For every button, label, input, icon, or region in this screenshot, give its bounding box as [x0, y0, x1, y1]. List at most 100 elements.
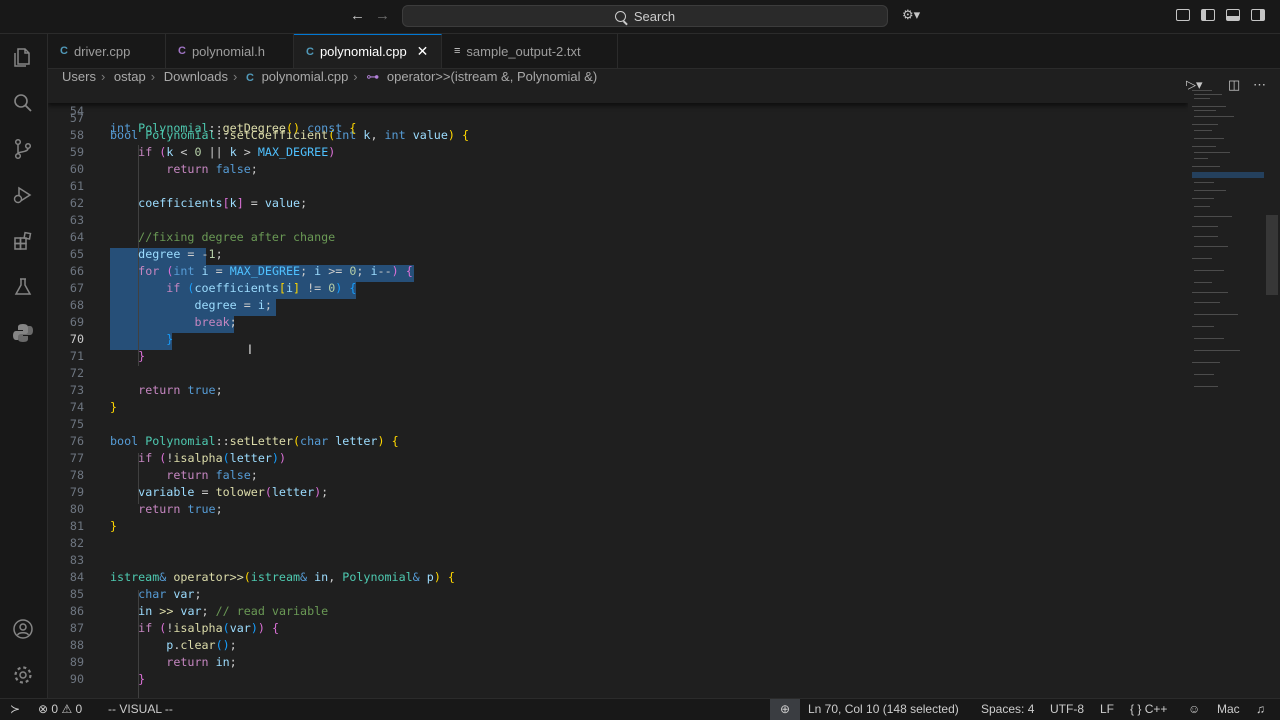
line-number: 79 — [69, 485, 84, 499]
text-file-icon: ≡ — [454, 45, 461, 57]
code-row: 80 return true; — [48, 501, 1188, 518]
title-bar: ← → Search ⚙▾ — [0, 0, 1280, 34]
code-line: istream& operator>>(istream& in, Polynom… — [110, 570, 455, 584]
line-number: 66 — [69, 264, 84, 278]
indentation[interactable]: Spaces: 4 — [981, 702, 1034, 716]
line-number: 65 — [69, 247, 84, 261]
testing-flask-icon[interactable] — [12, 276, 34, 298]
language-mode[interactable]: { } C++ — [1130, 702, 1167, 716]
code-line: p.clear(); — [166, 638, 237, 652]
code-row: 73 return true; — [48, 382, 1188, 399]
minimap-selection — [1192, 172, 1264, 178]
code-line: degree = i; — [194, 298, 272, 312]
close-icon[interactable]: ✕ — [417, 43, 429, 60]
code-editor[interactable]: 54 int Polynomial::getDegree() const { 5… — [48, 86, 1188, 698]
line-number: 73 — [69, 383, 84, 397]
breadcrumb-item[interactable]: polynomial.cpp — [262, 69, 349, 84]
sticky-scroll-line[interactable]: 54 int Polynomial::getDegree() const { — [48, 86, 1188, 135]
code-row: 87 if (!isalpha(var)) { — [48, 620, 1188, 637]
line-number: 63 — [69, 213, 84, 227]
code-row: 65 degree = -1; — [48, 246, 1188, 263]
code-row: 79 variable = tolower(letter); — [48, 484, 1188, 501]
notifications-bell-icon[interactable]: ♫ — [1256, 702, 1265, 716]
copilot-icon[interactable]: ⚙▾ — [902, 7, 920, 23]
line-number: 76 — [69, 434, 84, 448]
code-row: 70 } — [48, 331, 1188, 348]
warning-count: 0 — [75, 702, 83, 716]
line-number: 81 — [69, 519, 84, 533]
toggle-secondary-sidebar-icon[interactable] — [1251, 9, 1265, 21]
keymap[interactable]: Mac — [1217, 702, 1240, 716]
search-view-icon[interactable] — [12, 92, 34, 114]
line-number: 88 — [69, 638, 84, 652]
code-row: 64 //fixing degree after change — [48, 229, 1188, 246]
code-line: //fixing degree after change — [138, 230, 336, 244]
code-row: 59 if (k < 0 || k > MAX_DEGREE) — [48, 144, 1188, 161]
toggle-primary-sidebar-icon[interactable] — [1201, 9, 1215, 21]
code-row: 61 — [48, 178, 1188, 195]
remote-indicator-icon[interactable]: ≻ — [10, 702, 20, 716]
python-icon[interactable] — [12, 322, 34, 344]
back-arrow-icon[interactable]: ← — [350, 7, 365, 24]
run-debug-icon[interactable] — [12, 184, 34, 206]
line-number: 64 — [69, 230, 84, 244]
explorer-icon[interactable] — [12, 46, 34, 68]
cpp-file-icon: C — [246, 72, 254, 84]
line-number: 78 — [69, 468, 84, 482]
breadcrumb-item[interactable]: operator>>(istream &, Polynomial &) — [387, 69, 597, 84]
code-line: return true; — [138, 383, 223, 397]
copilot-status-icon[interactable]: ☺ — [1188, 702, 1200, 716]
tab-polynomial-cpp[interactable]: Cpolynomial.cpp ✕ — [294, 34, 442, 68]
vertical-scrollbar[interactable] — [1266, 215, 1278, 295]
end-of-line[interactable]: LF — [1100, 702, 1114, 716]
search-icon — [614, 10, 626, 22]
problems-indicator[interactable]: ⊗ 0 ⚠ 0 — [38, 702, 82, 716]
minimap[interactable] — [1188, 86, 1268, 698]
code-row: 82 — [48, 535, 1188, 552]
cursor-position[interactable]: Ln 70, Col 10 (148 selected) — [808, 702, 959, 716]
code-line: if (coefficients[i] != 0) { — [166, 281, 357, 295]
toggle-panel-icon[interactable] — [1226, 9, 1240, 21]
tab-driver-cpp[interactable]: Cdriver.cpp — [48, 34, 166, 68]
code-row: 63 — [48, 212, 1188, 229]
breadcrumb-item[interactable]: Users — [62, 69, 96, 84]
code-line: } — [138, 672, 146, 686]
tab-polynomial-h[interactable]: Cpolynomial.h — [166, 34, 294, 68]
code-line: return in; — [166, 655, 237, 669]
source-control-icon[interactable] — [12, 138, 34, 160]
code-row: 74} — [48, 399, 1188, 416]
forward-arrow-icon[interactable]: → — [375, 7, 390, 24]
tab-label: polynomial.cpp — [319, 44, 407, 59]
breadcrumb-item[interactable]: ostap — [114, 69, 146, 84]
account-icon[interactable] — [12, 618, 34, 640]
code-row: 89 return in; — [48, 654, 1188, 671]
warning-icon: ⚠ — [61, 702, 73, 716]
line-number: 82 — [69, 536, 84, 550]
code-row: 81} — [48, 518, 1188, 535]
code-row: 68 degree = i; — [48, 297, 1188, 314]
line-number: 77 — [69, 451, 84, 465]
breadcrumb-item[interactable]: Downloads — [164, 69, 228, 84]
search-box[interactable]: Search — [402, 5, 888, 27]
line-number: 83 — [69, 553, 84, 567]
line-number: 85 — [69, 587, 84, 601]
code-row: 90 } — [48, 671, 1188, 688]
extensions-icon[interactable] — [12, 230, 34, 252]
line-number: 62 — [69, 196, 84, 210]
code-line: } — [138, 349, 146, 363]
code-line: if (!isalpha(letter)) — [138, 451, 287, 465]
settings-gear-icon[interactable] — [12, 664, 34, 686]
line-number: 74 — [69, 400, 84, 414]
customize-layout-icon[interactable] — [1176, 9, 1190, 21]
zoom-icon[interactable]: ⊕ — [770, 699, 800, 720]
code-line: coefficients[k] = value; — [138, 196, 308, 210]
code-line: variable = tolower(letter); — [138, 485, 329, 499]
breadcrumb: Users › ostap › Downloads › C polynomial.cp… — [62, 69, 598, 84]
language-label: C++ — [1144, 702, 1168, 716]
line-number: 60 — [69, 162, 84, 176]
line-number: 70 — [69, 332, 84, 346]
code-line: char var; — [138, 587, 202, 601]
encoding[interactable]: UTF-8 — [1050, 702, 1084, 716]
tab-sample-output[interactable]: ≡ sample_output-2.txt — [442, 34, 618, 68]
code-line: int Polynomial::getDegree() const { — [110, 121, 357, 135]
